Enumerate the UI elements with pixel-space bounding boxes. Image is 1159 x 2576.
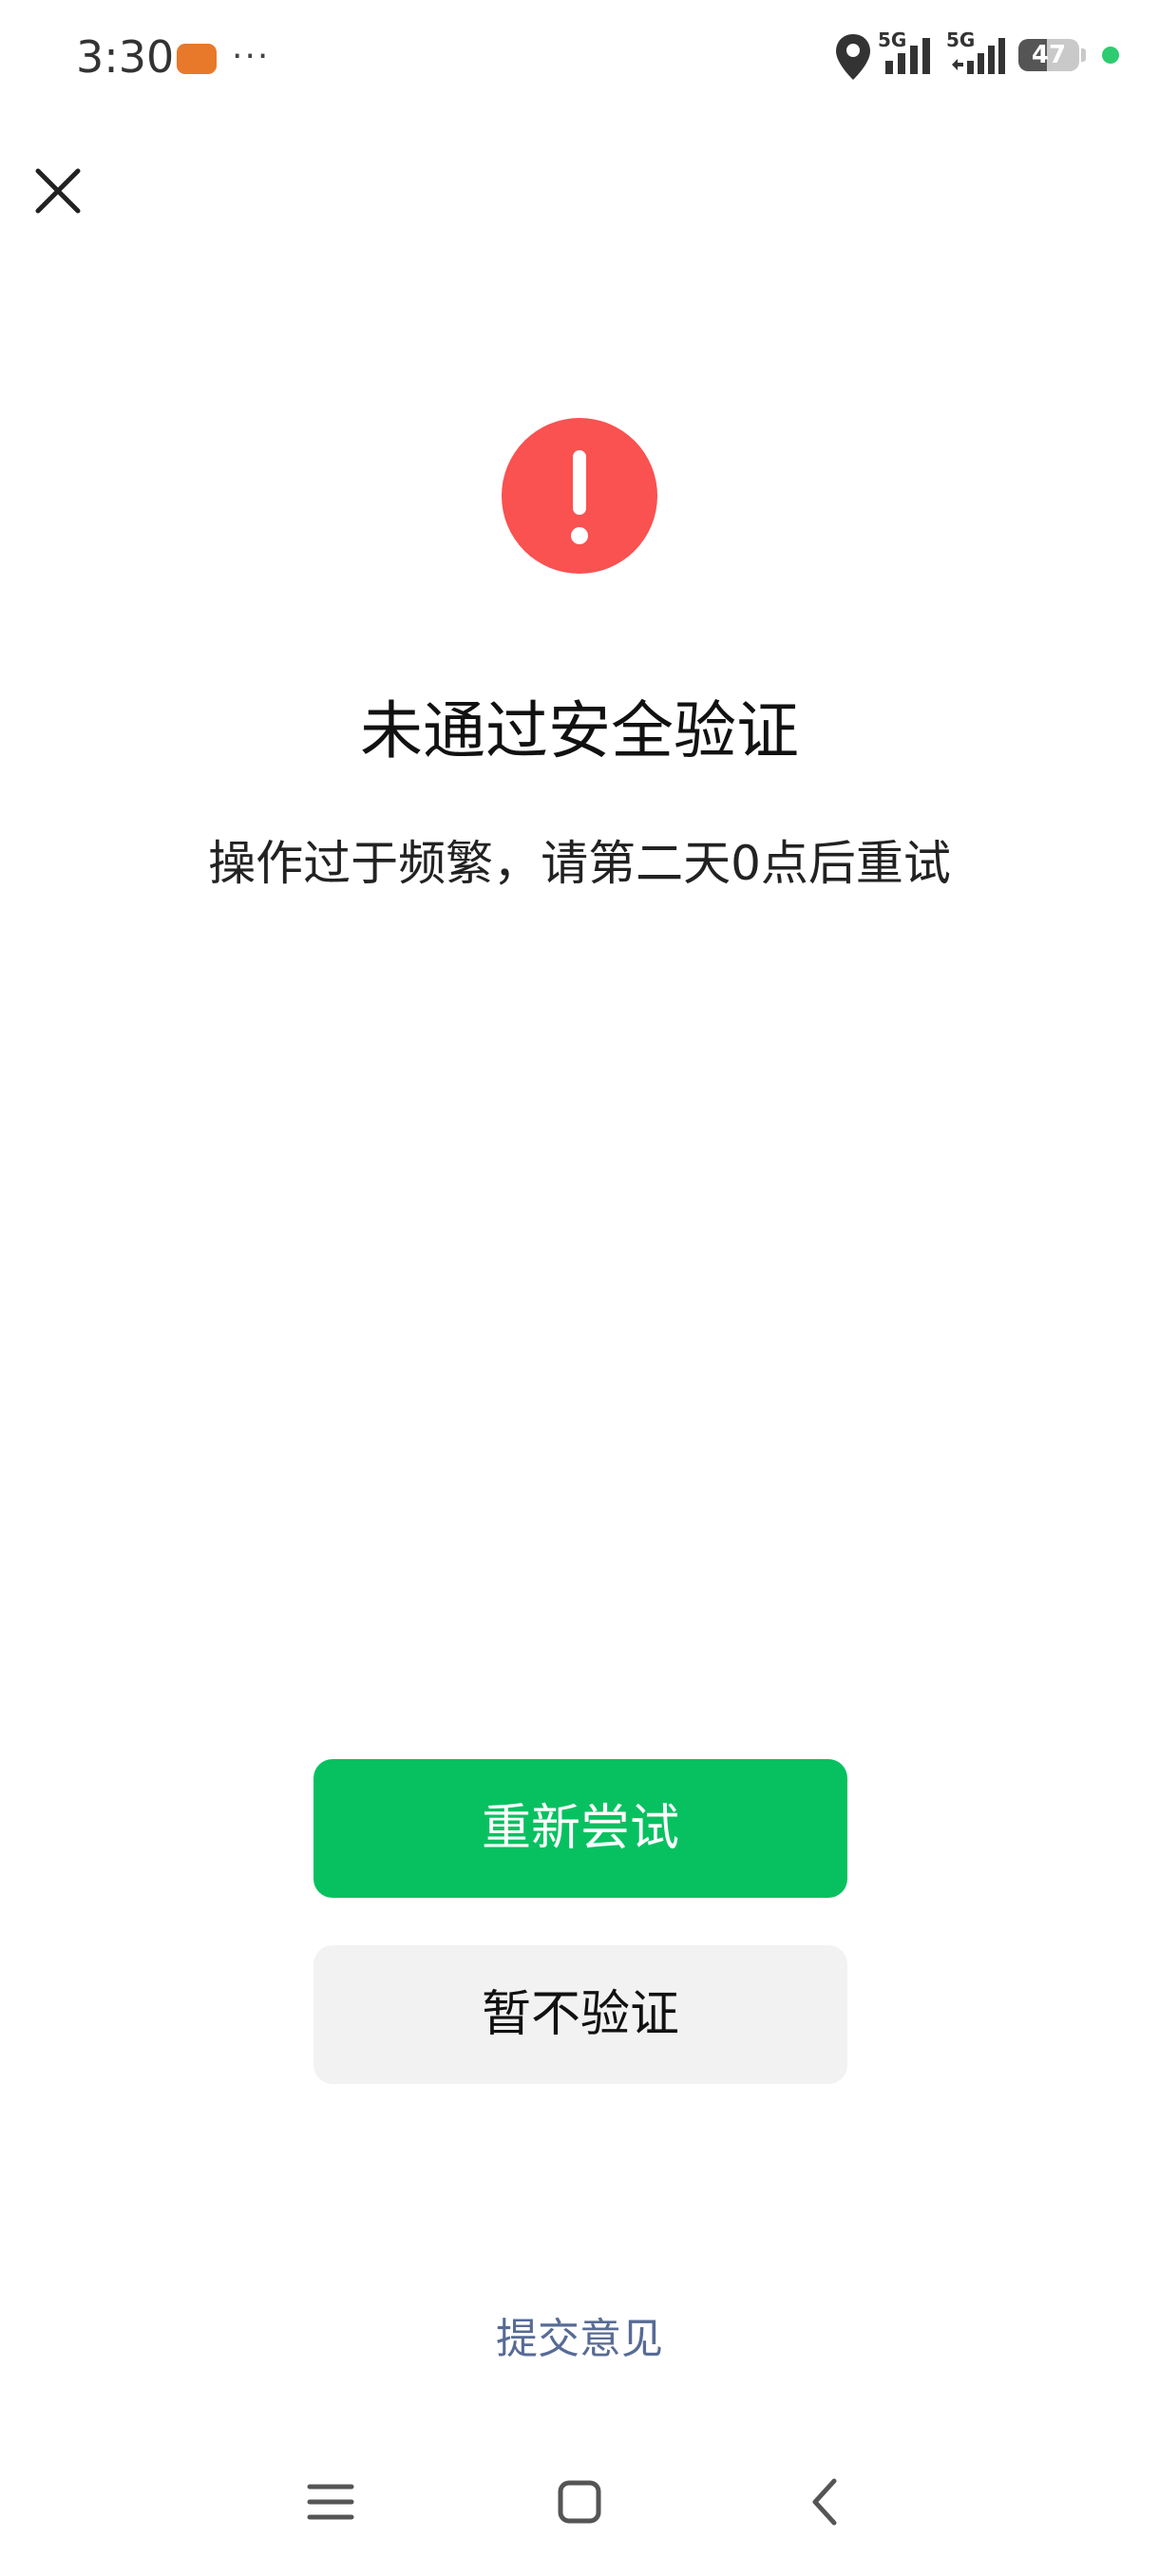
app-notification-icon xyxy=(177,44,217,74)
skip-verification-button[interactable]: 暂不验证 xyxy=(314,1945,847,2084)
more-notifications-icon: ··· xyxy=(232,37,271,76)
battery-indicator: 47 xyxy=(1018,39,1079,71)
page-title: 未通过安全验证 xyxy=(360,694,799,767)
signal-icon-2 xyxy=(952,38,1005,74)
signal-icon-1 xyxy=(885,38,930,74)
close-icon[interactable] xyxy=(28,161,87,220)
alert-badge xyxy=(502,418,657,574)
home-icon[interactable] xyxy=(551,2473,608,2530)
location-icon xyxy=(836,34,870,80)
battery-tip xyxy=(1081,48,1086,62)
feedback-link[interactable]: 提交意见 xyxy=(0,2310,1159,2369)
battery-level: 47 xyxy=(1031,41,1067,69)
error-message: 操作过于频繁，请第二天0点后重试 xyxy=(208,836,951,891)
menu-icon[interactable] xyxy=(302,2473,359,2530)
retry-button[interactable]: 重新尝试 xyxy=(314,1759,847,1898)
status-time: 3:30 xyxy=(76,31,175,83)
exclamation-icon xyxy=(571,450,588,544)
privacy-indicator-dot xyxy=(1102,47,1119,64)
back-icon[interactable] xyxy=(798,2473,855,2530)
